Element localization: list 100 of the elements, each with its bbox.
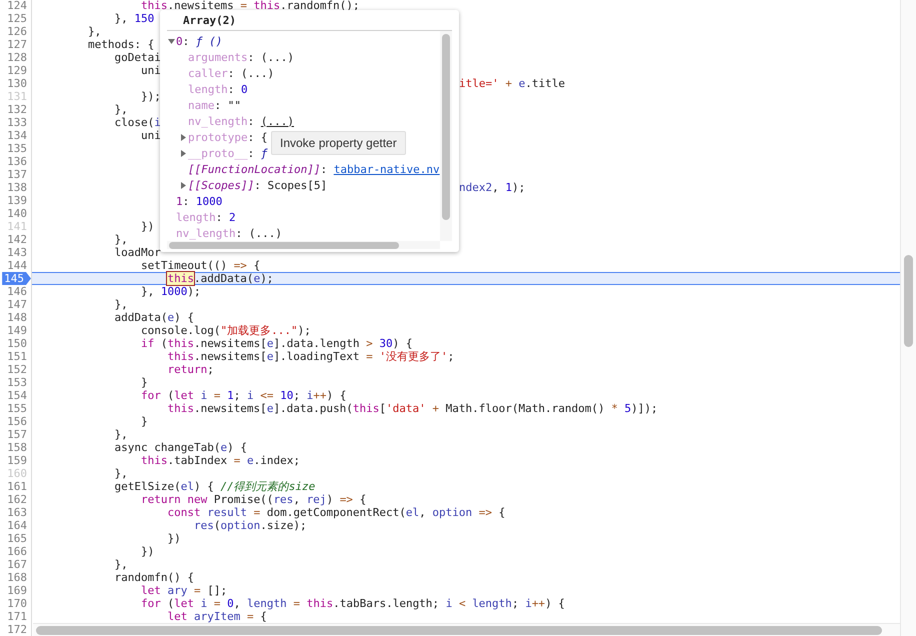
code-line: setTimeout(() => { xyxy=(140,259,260,272)
code-line: }, 150 xyxy=(113,12,154,25)
code-line: this.newsitems[e].loadingText = '没有更多了'; xyxy=(166,350,454,363)
code-line: this.addData(e); xyxy=(166,272,274,285)
popover-vertical-scrollbar[interactable] xyxy=(440,31,452,241)
line-number[interactable]: 148 xyxy=(7,311,31,324)
property-row[interactable]: 0: ƒ () xyxy=(176,34,222,48)
popover-horizontal-scrollbar[interactable] xyxy=(167,241,440,249)
expand-arrow-icon[interactable] xyxy=(179,148,188,158)
code-line: let ary = []; xyxy=(140,584,228,597)
line-number[interactable]: 143 xyxy=(7,246,31,259)
line-number[interactable]: 129 xyxy=(7,64,31,77)
line-number[interactable]: 136 xyxy=(7,155,31,168)
line-number[interactable]: 138 xyxy=(7,181,31,194)
line-number[interactable]: 161 xyxy=(7,480,31,493)
line-number[interactable]: 140 xyxy=(7,207,31,220)
line-number[interactable]: 149 xyxy=(7,324,31,337)
expand-arrow-icon[interactable] xyxy=(179,180,188,190)
code-line: for (let i = 0, length = this.tabBars.length; i < length; i++) { xyxy=(140,597,565,610)
line-number[interactable]: 167 xyxy=(7,558,31,571)
expand-arrow-icon[interactable] xyxy=(167,36,176,46)
line-number[interactable]: 165 xyxy=(7,532,31,545)
line-number[interactable]: 171 xyxy=(7,610,31,623)
code-line: async changeTab(e) { xyxy=(113,441,247,454)
line-number[interactable]: 125 xyxy=(7,12,31,25)
line-number[interactable]: 152 xyxy=(7,363,31,376)
line-number[interactable]: 169 xyxy=(7,584,31,597)
code-line: if (this.newsitems[e].data.length > 30) { xyxy=(140,337,413,350)
horizontal-scrollbar[interactable] xyxy=(33,623,900,636)
code-line: loadMor xyxy=(113,246,161,259)
line-number[interactable]: 166 xyxy=(7,545,31,558)
line-number[interactable]: 170 xyxy=(7,597,31,610)
code-line: }, 1000); xyxy=(140,285,201,298)
line-number[interactable]: 130 xyxy=(7,77,31,90)
line-number[interactable]: 132 xyxy=(7,103,31,116)
code-line: this.newsitems = this.randomfn(); xyxy=(140,0,360,12)
property-row[interactable]: 1: 1000 xyxy=(176,194,222,208)
line-number[interactable]: 168 xyxy=(7,571,31,584)
line-number[interactable]: 156 xyxy=(7,415,31,428)
code-line: }, xyxy=(113,558,128,571)
line-number[interactable]: 135 xyxy=(7,142,31,155)
property-row[interactable]: [[Scopes]]: Scopes[5] xyxy=(188,178,328,192)
line-number[interactable]: 133 xyxy=(7,116,31,129)
expand-arrow-icon[interactable] xyxy=(179,132,188,142)
line-number[interactable]: 142 xyxy=(7,233,31,246)
property-row[interactable]: name: "" xyxy=(188,98,241,112)
code-line: close(i xyxy=(113,116,161,129)
line-number[interactable]: 128 xyxy=(7,51,31,64)
property-row[interactable]: nv_length: (...) xyxy=(176,226,282,240)
line-number[interactable]: 145 xyxy=(2,272,31,285)
line-number[interactable]: 157 xyxy=(7,428,31,441)
property-row[interactable]: length: 2 xyxy=(176,210,236,224)
code-line: uni xyxy=(140,129,161,142)
line-number[interactable]: 124 xyxy=(7,0,31,12)
code-line: for (let i = 1; i <= 10; i++) { xyxy=(140,389,346,402)
code-line: } xyxy=(140,376,148,389)
property-row[interactable]: caller: (...) xyxy=(188,66,274,80)
vertical-scrollbar[interactable] xyxy=(900,0,916,636)
code-line: }) xyxy=(140,545,154,558)
line-number[interactable]: 154 xyxy=(7,389,31,402)
code-line: addData(e) { xyxy=(113,311,194,324)
code-line: this.tabIndex = e.index; xyxy=(140,454,300,467)
line-number[interactable]: 147 xyxy=(7,298,31,311)
popover-title: Array(2) xyxy=(182,13,237,29)
code-line: goDetai xyxy=(113,51,161,64)
code-line: }); xyxy=(140,90,161,103)
line-number[interactable]: 126 xyxy=(7,25,31,38)
code-line: }, xyxy=(113,467,128,480)
line-number[interactable]: 137 xyxy=(7,168,31,181)
code-line: } xyxy=(140,415,148,428)
property-row[interactable]: arguments: (...) xyxy=(188,50,294,64)
line-number[interactable]: 155 xyxy=(7,402,31,415)
property-row[interactable]: length: 0 xyxy=(188,82,248,96)
line-number[interactable]: 162 xyxy=(7,493,31,506)
code-fragment: ndex2, 1); xyxy=(459,181,526,194)
code-line: }) xyxy=(166,532,181,545)
property-row[interactable]: nv_length: (...) xyxy=(188,114,294,128)
line-number[interactable]: 134 xyxy=(7,129,31,142)
line-number[interactable]: 172 xyxy=(7,623,31,636)
line-number[interactable]: 144 xyxy=(7,259,31,272)
property-row[interactable]: [[FunctionLocation]]: tabbar-native.nv xyxy=(188,162,440,176)
property-row[interactable]: prototype: { xyxy=(188,130,268,144)
code-line: return; xyxy=(166,363,214,376)
code-line: return new Promise((res, rej) => { xyxy=(140,493,366,506)
code-line: res(option.size); xyxy=(192,519,307,532)
line-number[interactable]: 150 xyxy=(7,337,31,350)
code-fragment: itle=' + e.title xyxy=(459,77,565,90)
line-number[interactable]: 163 xyxy=(7,506,31,519)
line-number[interactable]: 151 xyxy=(7,350,31,363)
line-number[interactable]: 127 xyxy=(7,38,31,51)
line-number[interactable]: 158 xyxy=(7,441,31,454)
code-line: }, xyxy=(113,428,128,441)
code-line: }) xyxy=(140,220,154,233)
code-line: let aryItem = { xyxy=(166,610,267,623)
property-row[interactable]: __proto__: ƒ xyxy=(188,146,268,160)
line-number[interactable]: 164 xyxy=(7,519,31,532)
line-number[interactable]: 146 xyxy=(7,285,31,298)
line-number[interactable]: 139 xyxy=(7,194,31,207)
line-number[interactable]: 153 xyxy=(7,376,31,389)
line-number[interactable]: 159 xyxy=(7,454,31,467)
